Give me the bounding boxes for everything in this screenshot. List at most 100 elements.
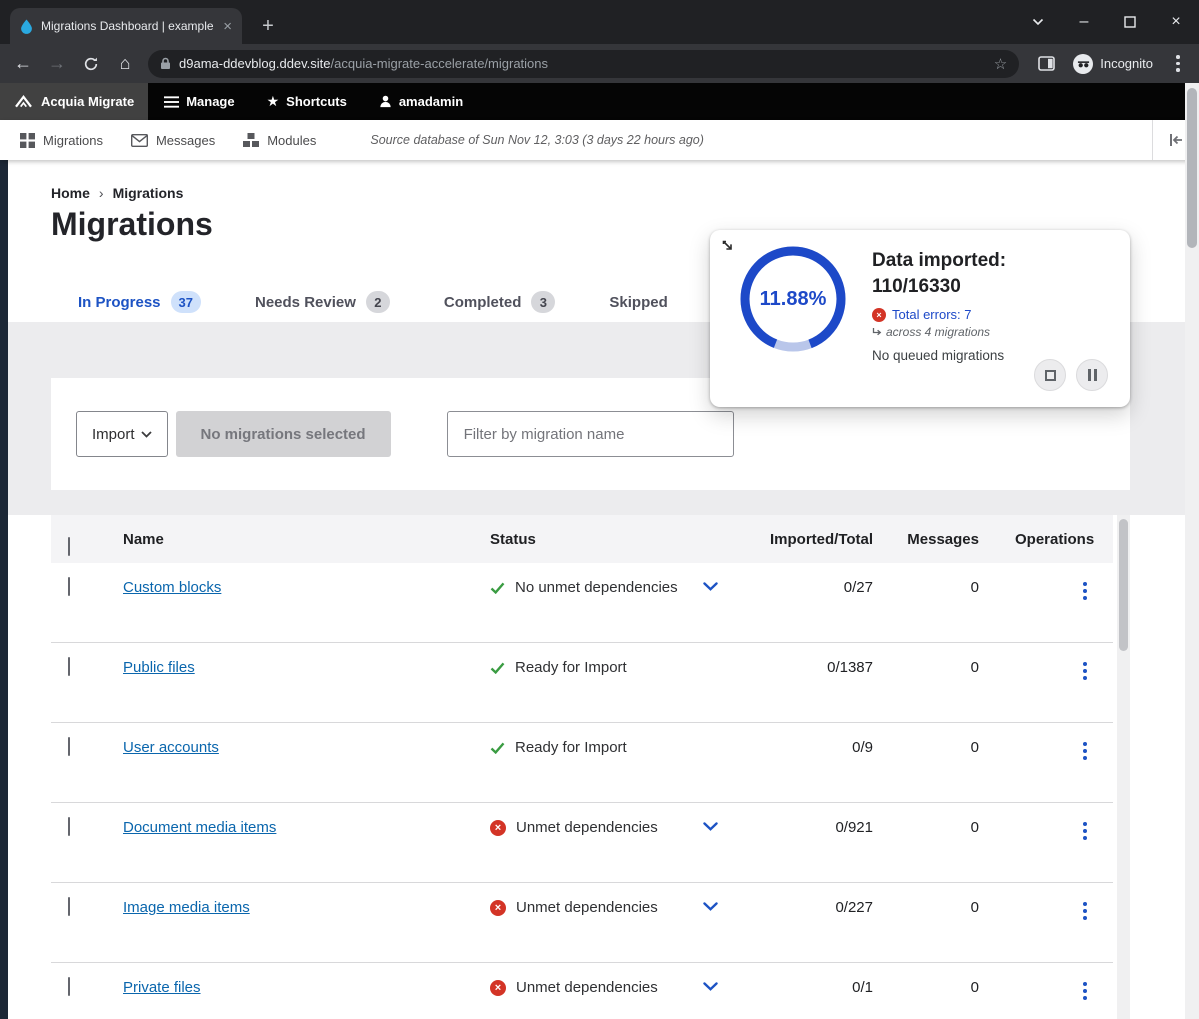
table-row: Custom blocks No unmet dependencies 0/27… [51, 563, 1113, 643]
favicon-droplet-icon [20, 19, 33, 34]
back-icon[interactable]: ← [6, 47, 40, 81]
migration-name-link[interactable]: Private files [123, 979, 201, 996]
row-operations-kebab-icon[interactable] [1067, 893, 1103, 929]
manage-menu-item[interactable]: Manage [148, 83, 250, 120]
row-operations-kebab-icon[interactable] [1067, 653, 1103, 689]
migrations-toolbar-item[interactable]: Migrations [6, 133, 117, 148]
error-icon: × [490, 900, 506, 916]
chevron-down-icon [141, 431, 152, 438]
tab-search-chevron-icon[interactable] [1015, 0, 1061, 44]
imported-total-value: 0/1387 [770, 643, 883, 722]
shortcuts-menu-item[interactable]: ★ Shortcuts [251, 83, 363, 120]
window-maximize-button[interactable] [1107, 0, 1153, 44]
migration-name-link[interactable]: Image media items [123, 899, 250, 916]
acquia-migrate-brand[interactable]: Acquia Migrate [0, 83, 148, 120]
browser-tab-title: Migrations Dashboard | example [41, 19, 215, 33]
modules-toolbar-item[interactable]: Modules [229, 133, 330, 148]
messages-count: 0 [883, 723, 989, 802]
error-icon: × [490, 980, 506, 996]
envelope-icon [131, 134, 148, 147]
error-icon: × [490, 820, 506, 836]
row-operations-kebab-icon[interactable] [1067, 733, 1103, 769]
row-operations-kebab-icon[interactable] [1067, 973, 1103, 1009]
imported-total-value: 0/27 [770, 563, 883, 642]
shortcuts-label: Shortcuts [286, 94, 347, 109]
user-menu-item[interactable]: amadamin [363, 83, 479, 120]
row-checkbox[interactable] [68, 577, 70, 596]
no-migrations-selected-button: No migrations selected [176, 411, 391, 457]
row-operations-kebab-icon[interactable] [1067, 573, 1103, 609]
resize-handle-icon[interactable] [720, 238, 736, 259]
messages-toolbar-item[interactable]: Messages [117, 133, 229, 148]
migration-filter-input[interactable] [447, 411, 734, 457]
status-text: Unmet dependencies [516, 819, 658, 836]
home-icon[interactable]: ⌂ [108, 47, 142, 81]
page-left-edge [0, 160, 8, 1019]
table-row: Document media items × Unmet dependencie… [51, 803, 1113, 883]
tab-count-badge: 2 [366, 291, 390, 313]
header-operations: Operations [989, 531, 1113, 548]
status-text: Ready for Import [515, 659, 627, 676]
admin-toolbar: Acquia Migrate Manage ★ Shortcuts amadam… [0, 83, 1199, 120]
window-minimize-button[interactable]: – [1061, 0, 1107, 44]
messages-count: 0 [883, 563, 989, 642]
migration-name-link[interactable]: Public files [123, 659, 195, 676]
import-dropdown-button[interactable]: Import [76, 411, 168, 457]
row-checkbox[interactable] [68, 817, 70, 836]
table-scrollbar-thumb[interactable] [1119, 519, 1128, 651]
browser-tab[interactable]: Migrations Dashboard | example × [10, 8, 242, 44]
chevron-down-icon[interactable] [703, 982, 718, 991]
incognito-label: Incognito [1100, 56, 1153, 71]
page-title: Migrations [51, 206, 213, 243]
breadcrumb-current: Migrations [113, 185, 184, 201]
hamburger-icon [164, 96, 179, 108]
table-scrollbar[interactable] [1117, 515, 1130, 1019]
stop-icon [1045, 370, 1056, 381]
total-errors-link[interactable]: × Total errors: 7 [872, 307, 1118, 322]
select-all-checkbox[interactable] [68, 537, 70, 556]
table-row: User accounts Ready for Import 0/9 0 [51, 723, 1113, 803]
messages-count: 0 [883, 803, 989, 882]
window-scrollbar[interactable] [1185, 83, 1199, 1019]
browser-menu-icon[interactable] [1163, 55, 1193, 72]
data-imported-label: Data imported: [872, 248, 1118, 274]
tab-label: Needs Review [255, 294, 356, 311]
side-panel-icon[interactable] [1029, 47, 1063, 81]
chevron-down-icon[interactable] [703, 822, 718, 831]
window-close-button[interactable]: × [1153, 0, 1199, 44]
row-checkbox[interactable] [68, 977, 70, 996]
tab-label: Skipped [609, 294, 667, 311]
url-bar[interactable]: d9ama-ddevblog.ddev.site/acquia-migrate-… [148, 50, 1019, 78]
brand-label: Acquia Migrate [41, 94, 134, 109]
window-scrollbar-thumb[interactable] [1187, 88, 1197, 248]
messages-count: 0 [883, 643, 989, 722]
breadcrumb-home-link[interactable]: Home [51, 185, 90, 201]
migration-name-link[interactable]: User accounts [123, 739, 219, 756]
check-icon [490, 662, 505, 674]
header-imported: Imported/Total [770, 531, 883, 548]
tab-close-icon[interactable]: × [223, 19, 232, 34]
row-checkbox[interactable] [68, 897, 70, 916]
new-tab-button[interactable]: + [254, 12, 282, 40]
row-operations-kebab-icon[interactable] [1067, 813, 1103, 849]
shortcuts-star-icon: ★ [267, 93, 280, 110]
reload-icon[interactable] [74, 47, 108, 81]
status-text: Ready for Import [515, 739, 627, 756]
header-messages: Messages [883, 531, 989, 548]
tab-label: Completed [444, 294, 522, 311]
migration-name-link[interactable]: Document media items [123, 819, 276, 836]
error-icon: × [872, 308, 886, 322]
url-text: d9ama-ddevblog.ddev.site/acquia-migrate-… [179, 56, 548, 71]
row-checkbox[interactable] [68, 657, 70, 676]
bookmark-star-icon[interactable]: ☆ [994, 55, 1007, 73]
chevron-down-icon[interactable] [703, 582, 718, 591]
pause-button[interactable] [1076, 359, 1108, 391]
across-migrations-note: across 4 migrations [872, 325, 1118, 339]
chevron-down-icon[interactable] [703, 902, 718, 911]
migrations-label: Migrations [43, 133, 103, 148]
migrations-table: Name Status Imported/Total Messages Oper… [51, 515, 1113, 1019]
breadcrumb-separator: › [99, 185, 104, 201]
migration-name-link[interactable]: Custom blocks [123, 579, 221, 596]
row-checkbox[interactable] [68, 737, 70, 756]
stop-button[interactable] [1034, 359, 1066, 391]
